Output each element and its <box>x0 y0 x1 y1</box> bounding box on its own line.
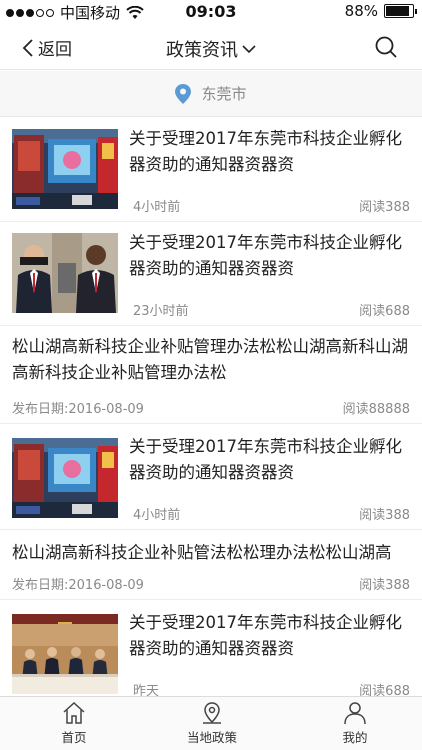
battery-level <box>386 6 409 16</box>
home-icon <box>63 701 85 724</box>
news-time: 4小时前 <box>133 200 181 215</box>
tab-local-policy[interactable]: 当地政策 <box>162 701 262 746</box>
status-bar: 中国移动 09:03 88% <box>0 0 422 24</box>
news-item[interactable]: 松山湖高新科技企业补贴管法松松理办法松松山湖高 发布日期:2016-08-09 … <box>0 530 422 600</box>
two-leaders-image <box>12 233 118 313</box>
news-title: 关于受理2017年东莞市科技企业孵化器资助的通知器资器资 <box>129 437 402 482</box>
conference-image <box>12 614 118 694</box>
news-item[interactable]: 松山湖高新科技企业补贴管理办法松松山湖高新科山湖高新科技企业补贴管理办法松 发布… <box>0 326 422 424</box>
news-read-count: 阅读388 <box>359 578 410 593</box>
news-read-count: 阅读88888 <box>342 402 410 417</box>
news-time: 昨天 <box>133 684 160 696</box>
location-bar: 东莞市 <box>0 71 422 117</box>
chevron-left-icon <box>22 38 33 57</box>
news-item[interactable]: 关于受理2017年东莞市科技企业孵化器资助的通知器资器资 昨天 阅读688 <box>0 600 422 696</box>
page-title: 政策资讯 <box>166 40 238 61</box>
status-right: 88% <box>344 2 417 20</box>
news-thumbnail <box>12 233 118 313</box>
news-read-count: 阅读388 <box>359 508 410 523</box>
tab-label: 首页 <box>61 730 87 745</box>
battery-icon <box>384 4 417 18</box>
location-pin-icon <box>175 83 192 104</box>
news-item[interactable]: 关于受理2017年东莞市科技企业孵化器资助的通知器资器资 4小时前 阅读388 <box>0 424 422 530</box>
category-dropdown[interactable]: 政策资讯 <box>166 36 256 62</box>
chevron-down-icon <box>242 45 256 54</box>
news-item[interactable]: 关于受理2017年东莞市科技企业孵化器资助的通知器资器资 4小时前 阅读388 <box>0 118 422 222</box>
news-item[interactable]: 关于受理2017年东莞市科技企业孵化器资助的通知器资器资 23小时前 阅读688 <box>0 222 422 326</box>
news-list: 关于受理2017年东莞市科技企业孵化器资助的通知器资器资 4小时前 阅读388 … <box>0 118 422 696</box>
news-title: 松山湖高新科技企业补贴管法松松理办法松松山湖高 <box>12 543 392 562</box>
news-title: 关于受理2017年东莞市科技企业孵化器资助的通知器资器资 <box>129 129 402 174</box>
location-selector[interactable]: 东莞市 <box>175 83 247 104</box>
news-thumbnail <box>12 129 118 209</box>
tab-label: 我的 <box>342 730 368 745</box>
news-read-count: 阅读688 <box>359 304 410 319</box>
news-date: 发布日期:2016-08-09 <box>12 578 144 593</box>
back-button[interactable]: 返回 <box>22 35 72 60</box>
news-title: 关于受理2017年东莞市科技企业孵化器资助的通知器资器资 <box>129 233 402 278</box>
search-icon[interactable] <box>374 35 398 59</box>
location-city: 东莞市 <box>201 85 247 103</box>
news-thumbnail <box>12 614 118 694</box>
battery-percentage: 88% <box>344 2 378 20</box>
tab-home[interactable]: 首页 <box>24 701 124 746</box>
map-pin-icon <box>203 702 221 724</box>
news-title: 关于受理2017年东莞市科技企业孵化器资助的通知器资器资 <box>129 613 402 658</box>
navigation-bar: 返回 政策资讯 <box>0 26 422 70</box>
times-square-image <box>12 129 118 209</box>
bottom-tab-bar: 首页 当地政策 我的 <box>0 696 422 750</box>
news-time: 4小时前 <box>133 508 181 523</box>
news-date: 发布日期:2016-08-09 <box>12 402 144 417</box>
tab-label: 当地政策 <box>186 730 237 745</box>
back-label: 返回 <box>38 40 72 60</box>
news-read-count: 阅读688 <box>359 684 410 696</box>
news-time: 23小时前 <box>133 304 189 319</box>
user-icon <box>344 702 366 725</box>
news-read-count: 阅读388 <box>359 200 410 215</box>
times-square-image <box>12 438 118 518</box>
tab-mine[interactable]: 我的 <box>305 701 405 746</box>
news-thumbnail <box>12 438 118 518</box>
news-title: 松山湖高新科技企业补贴管理办法松松山湖高新科山湖高新科技企业补贴管理办法松 <box>12 337 408 382</box>
